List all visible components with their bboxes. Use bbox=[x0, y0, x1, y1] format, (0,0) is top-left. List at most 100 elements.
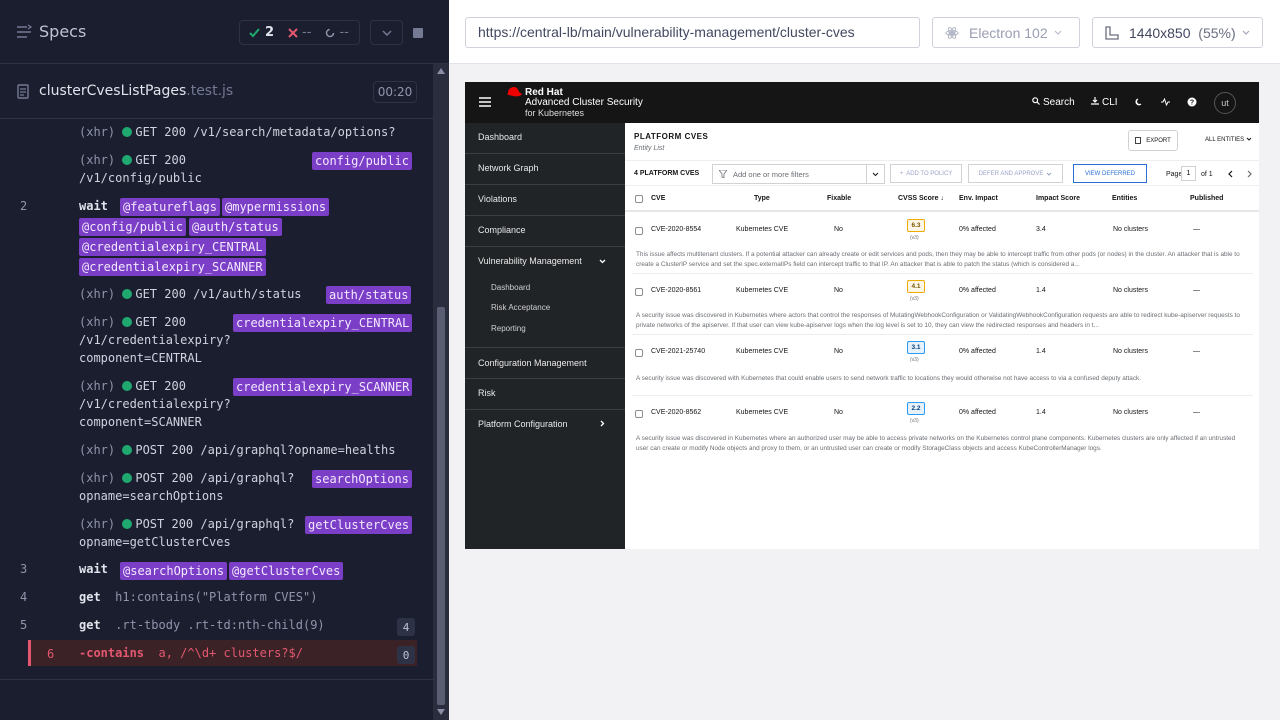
search-filter-input[interactable]: Add one or more filters bbox=[712, 164, 885, 184]
cve-id[interactable]: CVE-2020-8561 bbox=[651, 287, 701, 294]
nav-sub-dashboard[interactable]: Dashboard bbox=[491, 283, 530, 292]
select-all-checkbox[interactable] bbox=[635, 195, 643, 203]
next-page-icon[interactable] bbox=[1247, 170, 1253, 178]
nav-network-graph[interactable]: Network Graph bbox=[478, 163, 539, 173]
view-deferred-button[interactable]: VIEW DEFERRED bbox=[1073, 164, 1147, 183]
nav-dashboard[interactable]: Dashboard bbox=[478, 132, 522, 142]
element-count: 0 bbox=[397, 646, 415, 664]
row-checkbox[interactable] bbox=[635, 288, 643, 296]
hamburger-icon[interactable] bbox=[479, 97, 491, 107]
entities-link[interactable]: No clusters bbox=[1113, 226, 1148, 233]
activity-icon[interactable] bbox=[1161, 98, 1170, 106]
specs-list-icon[interactable] bbox=[16, 24, 32, 40]
chevron-right-icon[interactable] bbox=[600, 420, 605, 427]
cvss-badge: 4.1 bbox=[907, 280, 925, 293]
nav-configuration-management[interactable]: Configuration Management bbox=[478, 358, 587, 368]
add-to-policy-button[interactable]: + ADD TO POLICY bbox=[890, 164, 962, 183]
chevron-down-icon bbox=[1246, 137, 1252, 141]
row-divider bbox=[632, 334, 1253, 335]
search-link[interactable]: Search bbox=[1032, 97, 1075, 108]
prev-page-icon[interactable] bbox=[1227, 170, 1233, 178]
nav-risk[interactable]: Risk bbox=[478, 388, 496, 398]
impact-score-value: 3.4 bbox=[1036, 226, 1046, 233]
column-impact-score[interactable]: Impact Score bbox=[1036, 195, 1080, 202]
published-value: — bbox=[1193, 226, 1200, 233]
cve-id[interactable]: CVE-2021-25740 bbox=[651, 348, 705, 355]
column-cvss[interactable]: CVSS Score ↓ bbox=[898, 195, 944, 202]
url-bar[interactable]: https://central-lb/main/vulnerability-ma… bbox=[465, 17, 920, 48]
export-button[interactable]: EXPORT bbox=[1128, 130, 1178, 151]
column-env-impact[interactable]: Env. Impact bbox=[959, 195, 998, 202]
column-cve[interactable]: CVE bbox=[651, 195, 665, 202]
browser-selector[interactable]: Electron 102 bbox=[932, 17, 1080, 48]
alias-tag: getClusterCves bbox=[305, 516, 413, 534]
page-input[interactable]: 1 bbox=[1181, 166, 1196, 181]
entities-link[interactable]: No clusters bbox=[1113, 348, 1148, 355]
spec-file-row[interactable]: clusterCvesListPages.test.js bbox=[0, 64, 433, 119]
command-xhr[interactable]: (xhr) POST 200 /api/graphql? opname=getCl… bbox=[79, 515, 294, 551]
all-entities-dropdown[interactable]: ALL ENTITIES bbox=[1205, 137, 1252, 143]
command-xhr[interactable]: (xhr) GET 200/v1/config/public bbox=[79, 151, 202, 187]
spec-duration: 00:20 bbox=[373, 81, 417, 103]
help-icon[interactable]: ? bbox=[1187, 97, 1197, 107]
table-row[interactable]: CVE-2020-8554 Kubernetes CVE No 6.3 (v3)… bbox=[632, 214, 1253, 245]
table-row[interactable]: CVE-2021-25740 Kubernetes CVE No 3.1 (v3… bbox=[632, 336, 1253, 367]
cve-description: A security issue was discovered in Kuber… bbox=[636, 312, 1240, 329]
cli-link[interactable]: CLI bbox=[1091, 97, 1118, 108]
chevron-down-icon[interactable] bbox=[599, 259, 606, 264]
stop-button[interactable] bbox=[403, 20, 433, 45]
column-published[interactable]: Published bbox=[1190, 195, 1223, 202]
command-xhr[interactable]: (xhr) POST 200 /api/graphql?opname=healt… bbox=[79, 441, 395, 459]
row-checkbox[interactable] bbox=[635, 349, 643, 357]
download-icon bbox=[1091, 97, 1099, 105]
row-checkbox[interactable] bbox=[635, 227, 643, 235]
alias-tag: @searchOptions bbox=[120, 562, 228, 580]
alias-tag: config/public bbox=[312, 152, 412, 170]
command-xhr[interactable]: (xhr) GET 200 /v1/search/metadata/option… bbox=[79, 123, 395, 141]
entities-link[interactable]: No clusters bbox=[1113, 287, 1148, 294]
nav-platform-configuration[interactable]: Platform Configuration bbox=[478, 419, 568, 429]
column-entities[interactable]: Entities bbox=[1112, 195, 1137, 202]
fixable-value: No bbox=[834, 226, 843, 233]
scrollbar-thumb[interactable] bbox=[437, 307, 445, 705]
nav-sub-risk-acceptance[interactable]: Risk Acceptance bbox=[491, 303, 550, 312]
nav-sub-reporting[interactable]: Reporting bbox=[491, 324, 526, 333]
masthead: Red Hat Advanced Cluster Security for Ku… bbox=[465, 82, 1259, 123]
command-get[interactable]: get h1:contains("Platform CVES") bbox=[79, 588, 317, 606]
nav-compliance[interactable]: Compliance bbox=[478, 225, 526, 235]
theme-toggle-icon[interactable] bbox=[1135, 98, 1143, 106]
command-name[interactable]: wait bbox=[79, 197, 108, 215]
nav-vulnerability-management[interactable]: Vulnerability Management bbox=[478, 256, 582, 266]
specs-header: Specs 2 -- -- bbox=[0, 0, 449, 64]
dropdown-button[interactable] bbox=[370, 20, 403, 45]
command-contains[interactable]: -contains a, /^\d+ clusters?$/ bbox=[79, 644, 303, 662]
table-row[interactable]: CVE-2020-8561 Kubernetes CVE No 4.1 (v3)… bbox=[632, 275, 1253, 306]
avatar[interactable]: ut bbox=[1214, 92, 1236, 114]
entities-link[interactable]: No clusters bbox=[1113, 409, 1148, 416]
cve-type: Kubernetes CVE bbox=[736, 409, 789, 416]
command-xhr[interactable]: (xhr) GET 200/v1/credentialexpiry? compon… bbox=[79, 377, 231, 431]
column-type[interactable]: Type bbox=[754, 195, 770, 202]
command-name[interactable]: wait bbox=[79, 560, 108, 578]
nav-violations[interactable]: Violations bbox=[478, 194, 517, 204]
viewport-selector[interactable]: 1440x850 (55%) bbox=[1092, 17, 1263, 48]
nav-divider bbox=[465, 184, 625, 185]
spec-file-name: clusterCvesListPages.test.js bbox=[39, 83, 234, 99]
command-xhr[interactable]: (xhr) GET 200 /v1/auth/status bbox=[79, 285, 302, 303]
defer-approve-button[interactable]: DEFER AND APPROVE bbox=[968, 164, 1063, 183]
scroll-down-icon[interactable] bbox=[437, 709, 445, 715]
command-get[interactable]: get .rt-tbody .rt-td:nth-child(9) bbox=[79, 616, 325, 634]
divider bbox=[0, 679, 433, 680]
command-xhr[interactable]: (xhr) POST 200 /api/graphql? opname=searc… bbox=[79, 469, 294, 505]
cve-id[interactable]: CVE-2020-8562 bbox=[651, 409, 701, 416]
column-fixable[interactable]: Fixable bbox=[827, 195, 851, 202]
cve-id[interactable]: CVE-2020-8554 bbox=[651, 226, 701, 233]
scroll-up-icon[interactable] bbox=[437, 68, 445, 74]
table-row[interactable]: CVE-2020-8562 Kubernetes CVE No 2.2 (v3)… bbox=[632, 397, 1253, 428]
page-subtitle: Entity List bbox=[634, 145, 665, 152]
command-xhr[interactable]: (xhr) GET 200/v1/credentialexpiry? compon… bbox=[79, 313, 231, 367]
filter-toggle[interactable] bbox=[866, 165, 884, 183]
env-impact-value: 0% affected bbox=[959, 287, 996, 294]
row-checkbox[interactable] bbox=[635, 410, 643, 418]
page-total: of 1 bbox=[1201, 171, 1213, 178]
